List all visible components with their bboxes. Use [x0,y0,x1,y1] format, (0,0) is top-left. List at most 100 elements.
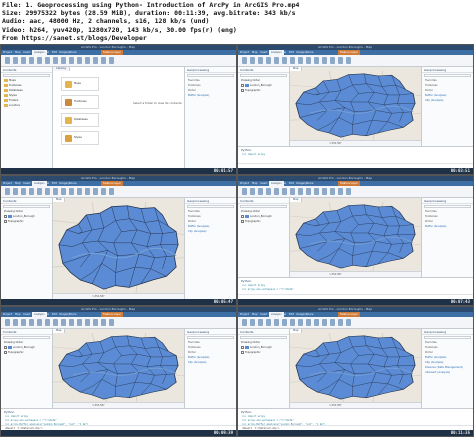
contents-tree-item[interactable]: Folders [4,98,49,102]
ribbon-tool-icon[interactable] [77,188,82,195]
ribbon-tool-icon[interactable] [21,188,26,195]
ribbon-tool-icon[interactable] [322,188,327,195]
ribbon-tool-icon[interactable] [101,57,106,64]
ribbon-tool-icon[interactable] [266,57,271,64]
ribbon-tool-icon[interactable] [77,319,82,326]
geoprocessing-search-input[interactable] [187,74,234,77]
ribbon-tool-icon[interactable] [69,57,74,64]
contents-tree-item[interactable]: Styles [4,93,49,97]
ribbon-tool-icon[interactable] [250,57,255,64]
ribbon-tool-icon[interactable] [13,57,18,64]
layer-visibility-checkbox[interactable] [241,83,244,87]
layer-item-london-borough[interactable]: London_Borough [241,214,286,218]
ribbon-tool-icon[interactable] [346,188,351,195]
ribbon-tool-icon[interactable] [29,319,34,326]
ribbon-tool-icon[interactable] [242,57,247,64]
layer-item-london-borough[interactable]: London_Borough [241,83,286,87]
ribbon-tool-icon[interactable] [37,188,42,195]
ribbon-tool-icon[interactable] [61,188,66,195]
ribbon-tool-icon[interactable] [314,57,319,64]
catalog-item[interactable]: Databases [61,113,99,127]
ribbon-tool-icon[interactable] [61,57,66,64]
ribbon-tool-icon[interactable] [109,188,114,195]
ribbon-tool-icon[interactable] [314,188,319,195]
layer-item-london-borough[interactable]: London_Borough [4,345,49,349]
ribbon-tool-icon[interactable] [290,188,295,195]
london-boroughs-map[interactable] [290,71,421,140]
layer-item-basemap[interactable]: Topographic [241,88,286,92]
catalog-item[interactable]: Styles [61,131,99,145]
ribbon-tool-icon[interactable] [53,319,58,326]
ribbon-tool-icon[interactable] [21,319,26,326]
geoprocessing-search-input[interactable] [424,205,471,208]
ribbon-tool-icon[interactable] [330,57,335,64]
ribbon-tool-icon[interactable] [37,319,42,326]
layer-visibility-checkbox[interactable] [241,88,244,92]
ribbon-tool-icon[interactable] [314,319,319,326]
catalog-item[interactable]: Maps [61,77,99,91]
ribbon-tool-icon[interactable] [346,319,351,326]
layer-visibility-checkbox[interactable] [241,214,244,218]
ribbon-tool-icon[interactable] [5,188,10,195]
london-boroughs-map[interactable] [290,333,421,402]
contents-search-input[interactable] [3,205,50,208]
ribbon-tool-icon[interactable] [85,319,90,326]
ribbon-tool-icon[interactable] [322,57,327,64]
ribbon-tool-icon[interactable] [338,319,343,326]
contents-search-input[interactable] [3,336,50,339]
geoprocessing-search-input[interactable] [424,336,471,339]
ribbon-tool-icon[interactable] [306,57,311,64]
layer-visibility-checkbox[interactable] [241,345,244,349]
layer-visibility-checkbox[interactable] [4,350,7,354]
ribbon-tool-icon[interactable] [282,57,287,64]
ribbon-tool-icon[interactable] [93,188,98,195]
contents-search-input[interactable] [3,74,50,77]
geoprocessing-tool-link[interactable]: Buffer (Analysis) [422,224,473,229]
ribbon-tool-icon[interactable] [346,57,351,64]
ribbon-tool-icon[interactable] [282,188,287,195]
ribbon-tool-icon[interactable] [85,57,90,64]
layer-visibility-checkbox[interactable] [241,350,244,354]
ribbon-tool-icon[interactable] [37,57,42,64]
contents-search-input[interactable] [240,74,287,77]
ribbon-tool-icon[interactable] [53,57,58,64]
ribbon-tool-icon[interactable] [21,57,26,64]
contents-search-input[interactable] [240,205,287,208]
ribbon-tool-icon[interactable] [77,57,82,64]
london-boroughs-map[interactable] [290,202,421,271]
ribbon-tool-icon[interactable] [45,188,50,195]
ribbon-tool-icon[interactable] [274,188,279,195]
ribbon-tool-icon[interactable] [298,319,303,326]
ribbon-tool-icon[interactable] [13,188,18,195]
ribbon-tool-icon[interactable] [13,319,18,326]
london-boroughs-map[interactable] [53,202,184,293]
geoprocessing-search-input[interactable] [187,205,234,208]
ribbon-tool-icon[interactable] [250,319,255,326]
ribbon-tool-icon[interactable] [274,319,279,326]
ribbon-tool-icon[interactable] [338,188,343,195]
ribbon-tool-icon[interactable] [306,319,311,326]
geoprocessing-search-input[interactable] [424,74,471,77]
geoprocessing-tool-link[interactable]: Clip (Analysis) [422,98,473,103]
ribbon-tool-icon[interactable] [29,188,34,195]
ribbon-tool-icon[interactable] [298,188,303,195]
layer-visibility-checkbox[interactable] [4,345,7,349]
geoprocessing-tool-link[interactable]: Intersect (Analysis) [422,370,473,375]
geoprocessing-tool-link[interactable]: Clip (Analysis) [185,360,236,365]
geoprocessing-search-input[interactable] [187,336,234,339]
ribbon-tool-icon[interactable] [322,319,327,326]
ribbon-tool-icon[interactable] [45,319,50,326]
ribbon-tool-icon[interactable] [61,319,66,326]
ribbon-tool-icon[interactable] [274,57,279,64]
ribbon-tool-icon[interactable] [53,188,58,195]
layer-item-basemap[interactable]: Topographic [241,350,286,354]
ribbon-tool-icon[interactable] [69,188,74,195]
ribbon-tool-icon[interactable] [93,319,98,326]
ribbon-tool-icon[interactable] [5,319,10,326]
contents-tree-item[interactable]: Databases [4,88,49,92]
london-boroughs-map[interactable] [53,333,184,402]
ribbon-tool-icon[interactable] [109,57,114,64]
layer-item-basemap[interactable]: Topographic [4,219,49,223]
ribbon-tool-icon[interactable] [242,319,247,326]
ribbon-tool-icon[interactable] [330,319,335,326]
